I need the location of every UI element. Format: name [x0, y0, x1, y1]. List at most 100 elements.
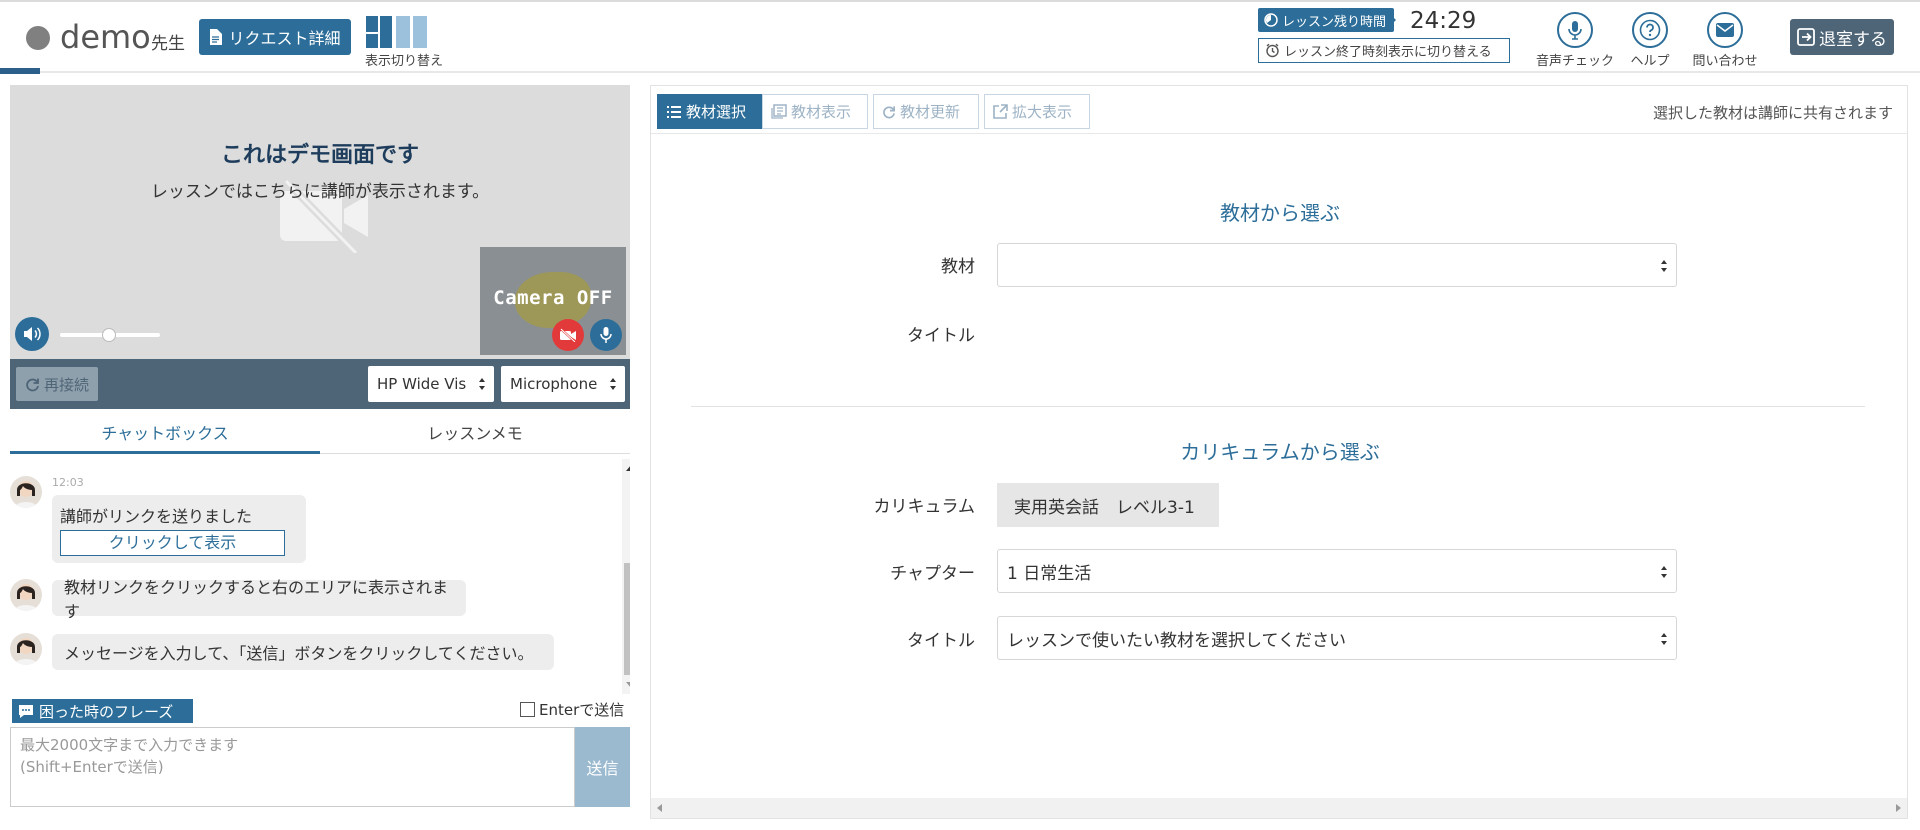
enter-to-send-option[interactable]: Enterで送信: [520, 699, 624, 720]
remaining-time-value: 24:29: [1410, 8, 1477, 34]
chapter-select[interactable]: 1 日常生活: [997, 549, 1677, 593]
select-arrows-icon: [479, 378, 485, 390]
video-off-icon: [560, 328, 576, 342]
material-select[interactable]: [997, 243, 1677, 287]
section-title-from-curriculum: カリキュラムから選ぶ: [1180, 440, 1380, 464]
select-arrows-icon: [1661, 566, 1667, 578]
microphone-select[interactable]: Microphone: [501, 366, 625, 402]
header-accent-underline: [0, 68, 40, 74]
list-icon: [667, 105, 681, 118]
help-label: ヘルプ: [1630, 54, 1670, 69]
speech-bubble-icon: [19, 704, 33, 718]
layout-toggle-icon[interactable]: [366, 16, 434, 48]
scroll-left-arrow-icon[interactable]: [657, 804, 662, 812]
tab-chatbox[interactable]: チャットボックス: [10, 420, 320, 454]
enter-to-send-label: Enterで送信: [539, 701, 625, 719]
question-icon: [1632, 12, 1668, 48]
device-toolbar: 再接続 HP Wide Vis Microphone: [10, 359, 630, 409]
chapter-select-value: 1 日常生活: [1007, 563, 1092, 584]
curriculum-title-select[interactable]: レッスンで使いたい教材を選択してください: [997, 616, 1677, 660]
alarm-clock-icon: [1265, 43, 1280, 58]
chat-message-bubble: 講師がリンクを送りました クリックして表示: [52, 495, 306, 563]
enter-to-send-checkbox[interactable]: [520, 702, 535, 717]
tab-lesson-memo[interactable]: レッスンメモ: [320, 420, 630, 454]
contact-label: 問い合わせ: [1692, 54, 1758, 69]
scroll-up-arrow-icon[interactable]: [626, 465, 630, 471]
reconnect-button[interactable]: 再接続: [16, 367, 98, 401]
exit-icon: [1797, 28, 1815, 46]
sound-check-button[interactable]: 音声チェック: [1536, 12, 1615, 69]
horizontal-scrollbar[interactable]: [651, 798, 1907, 818]
exit-room-button[interactable]: 退室する: [1790, 19, 1894, 55]
self-view-video: Camera OFF: [480, 247, 626, 355]
status-indicator: [26, 26, 50, 50]
volume-button[interactable]: [15, 317, 49, 351]
end-time-switch-button[interactable]: レッスン終了時刻表示に切り替える: [1258, 38, 1510, 63]
help-button[interactable]: ヘルプ: [1628, 12, 1672, 69]
sound-check-label: 音声チェック: [1536, 54, 1615, 69]
teacher-avatar: [10, 579, 42, 611]
chapter-label: チャプター: [890, 564, 975, 584]
chat-message-bubble: 教材リンクをクリックすると右のエリアに表示されます: [52, 578, 466, 621]
material-panel: 教材選択 教材表示 教材更新 拡大表示 選択した教材は講師に共有されます 教材か…: [650, 85, 1908, 819]
scroll-right-arrow-icon[interactable]: [1896, 804, 1901, 812]
send-button[interactable]: 送信: [575, 727, 630, 807]
chat-message-bubble: メッセージを入力して、「送信」ボタンをクリックしてください。: [52, 634, 554, 670]
header-bar: demo 先生 リクエスト詳細 表示切り替え レッスン残り時間 24:29 レッ…: [0, 0, 1920, 74]
material-update-label: 教材更新: [900, 103, 961, 121]
help-phrases-label: 困った時のフレーズ: [39, 702, 174, 721]
teacher-avatar: [10, 476, 42, 508]
refresh-icon: [26, 378, 39, 391]
request-details-label: リクエスト詳細: [228, 29, 341, 48]
header-divider: [40, 71, 1920, 73]
volume-slider-thumb[interactable]: [102, 328, 116, 342]
section-divider: [691, 406, 1865, 407]
demo-subtitle: レッスンではこちらに講師が表示されます。: [150, 182, 490, 202]
scroll-down-arrow-icon[interactable]: [626, 682, 630, 688]
book-icon: [771, 104, 787, 119]
camera-select[interactable]: HP Wide Vis: [368, 366, 494, 402]
message-input[interactable]: 最大2000文字まで入力できます (Shift+Enterで送信): [10, 727, 575, 807]
contact-button[interactable]: 問い合わせ: [1690, 12, 1760, 69]
open-link-button[interactable]: クリックして表示: [60, 529, 285, 556]
chat-scrollbar-thumb[interactable]: [624, 563, 630, 675]
chat-timestamp: 12:03: [52, 476, 84, 489]
select-arrows-icon: [1661, 260, 1667, 272]
teacher-video-area: これはデモ画面です レッスンではこちらに講師が表示されます。 Camera OF…: [10, 85, 630, 359]
select-arrows-icon: [610, 378, 616, 390]
microphone-toggle-button[interactable]: [590, 319, 622, 351]
camera-toggle-button[interactable]: [552, 319, 584, 351]
teacher-name: demo: [60, 18, 151, 56]
help-phrases-button[interactable]: 困った時のフレーズ: [12, 699, 193, 723]
expand-view-button[interactable]: 拡大表示: [984, 94, 1090, 129]
material-update-button[interactable]: 教材更新: [873, 94, 979, 129]
external-link-icon: [993, 104, 1008, 119]
refresh-icon: [883, 105, 895, 118]
chat-input-area: 困った時のフレーズ Enterで送信 最大2000文字まで入力できます (Shi…: [10, 697, 630, 809]
teacher-avatar: [10, 633, 42, 665]
remaining-time-label: レッスン残り時間: [1282, 14, 1387, 30]
layout-toggle-label: 表示切り替え: [365, 54, 444, 69]
material-label: 教材: [941, 257, 975, 277]
exit-room-label: 退室する: [1819, 29, 1887, 50]
material-title-label: タイトル: [907, 326, 975, 346]
microphone-icon: [600, 327, 612, 343]
tab-material-show[interactable]: 教材表示: [762, 94, 868, 129]
curriculum-title-label: タイトル: [907, 631, 975, 651]
camera-off-text: Camera OFF: [493, 287, 613, 309]
remaining-time-badge: レッスン残り時間: [1258, 8, 1395, 32]
teacher-suffix: 先生: [151, 34, 185, 54]
chat-message-text: 講師がリンクを送りました: [60, 506, 253, 526]
tab-material-select[interactable]: 教材選択: [657, 94, 763, 129]
end-time-switch-label: レッスン終了時刻表示に切り替える: [1284, 45, 1492, 60]
expand-view-label: 拡大表示: [1012, 103, 1073, 121]
timer-badge-arrow: [1388, 12, 1396, 28]
clock-pie-icon: [1264, 13, 1278, 27]
material-show-label: 教材表示: [791, 103, 852, 121]
speaker-icon: [24, 327, 41, 341]
material-select-label: 教材選択: [686, 103, 747, 121]
reconnect-label: 再接続: [43, 375, 89, 394]
envelope-icon: [1707, 12, 1743, 48]
share-note: 選択した教材は講師に共有されます: [1652, 104, 1893, 122]
request-details-button[interactable]: リクエスト詳細: [199, 19, 351, 55]
